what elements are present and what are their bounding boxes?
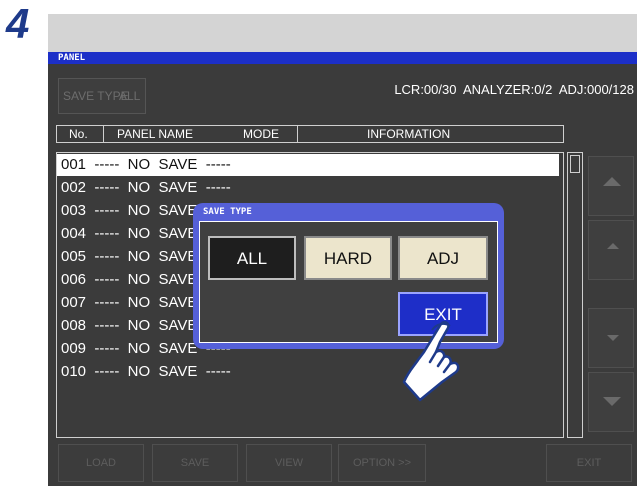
up-arrow-icon bbox=[607, 243, 619, 249]
scroll-up-button[interactable] bbox=[588, 220, 634, 280]
view-button[interactable]: VIEW bbox=[246, 444, 332, 482]
dialog-title: SAVE TYPE bbox=[203, 207, 252, 217]
list-item[interactable]: 001 ----- NO SAVE ----- bbox=[57, 154, 559, 176]
column-divider bbox=[297, 126, 298, 142]
list-item[interactable]: 010 ----- NO SAVE ----- bbox=[57, 361, 559, 383]
pointing-hand-icon bbox=[402, 320, 460, 402]
page-down-button[interactable] bbox=[588, 372, 634, 432]
down-arrow-icon bbox=[607, 335, 619, 341]
column-panel-name: PANEL NAME bbox=[117, 127, 194, 141]
save-type-value: ALL bbox=[119, 89, 141, 103]
step-number: 4 bbox=[6, 0, 30, 47]
save-all-button[interactable]: ALL bbox=[208, 236, 296, 280]
column-no: No. bbox=[69, 127, 88, 141]
save-type-button[interactable]: SAVE TYPE ALL bbox=[58, 78, 146, 114]
column-divider bbox=[103, 126, 104, 142]
scrollbar-thumb[interactable] bbox=[570, 155, 580, 173]
window-title: PANEL bbox=[48, 52, 637, 64]
double-down-arrow-icon bbox=[603, 397, 621, 406]
save-hard-button[interactable]: HARD bbox=[304, 236, 392, 280]
column-mode: MODE bbox=[243, 127, 279, 141]
exit-button[interactable]: EXIT bbox=[546, 444, 632, 482]
scrollbar[interactable] bbox=[567, 152, 583, 438]
option-button[interactable]: OPTION >> bbox=[338, 444, 426, 482]
top-band bbox=[48, 14, 637, 52]
list-item[interactable]: 002 ----- NO SAVE ----- bbox=[57, 177, 559, 199]
save-adj-button[interactable]: ADJ bbox=[398, 236, 488, 280]
save-button[interactable]: SAVE bbox=[152, 444, 238, 482]
double-up-arrow-icon bbox=[603, 177, 621, 186]
column-information: INFORMATION bbox=[367, 127, 451, 141]
memory-status: LCR:00/30 ANALYZER:0/2 ADJ:000/128 bbox=[394, 82, 634, 97]
scroll-down-button[interactable] bbox=[588, 308, 634, 368]
page-up-button[interactable] bbox=[588, 156, 634, 216]
list-header: No. PANEL NAME MODE INFORMATION bbox=[56, 125, 564, 143]
load-button[interactable]: LOAD bbox=[58, 444, 144, 482]
